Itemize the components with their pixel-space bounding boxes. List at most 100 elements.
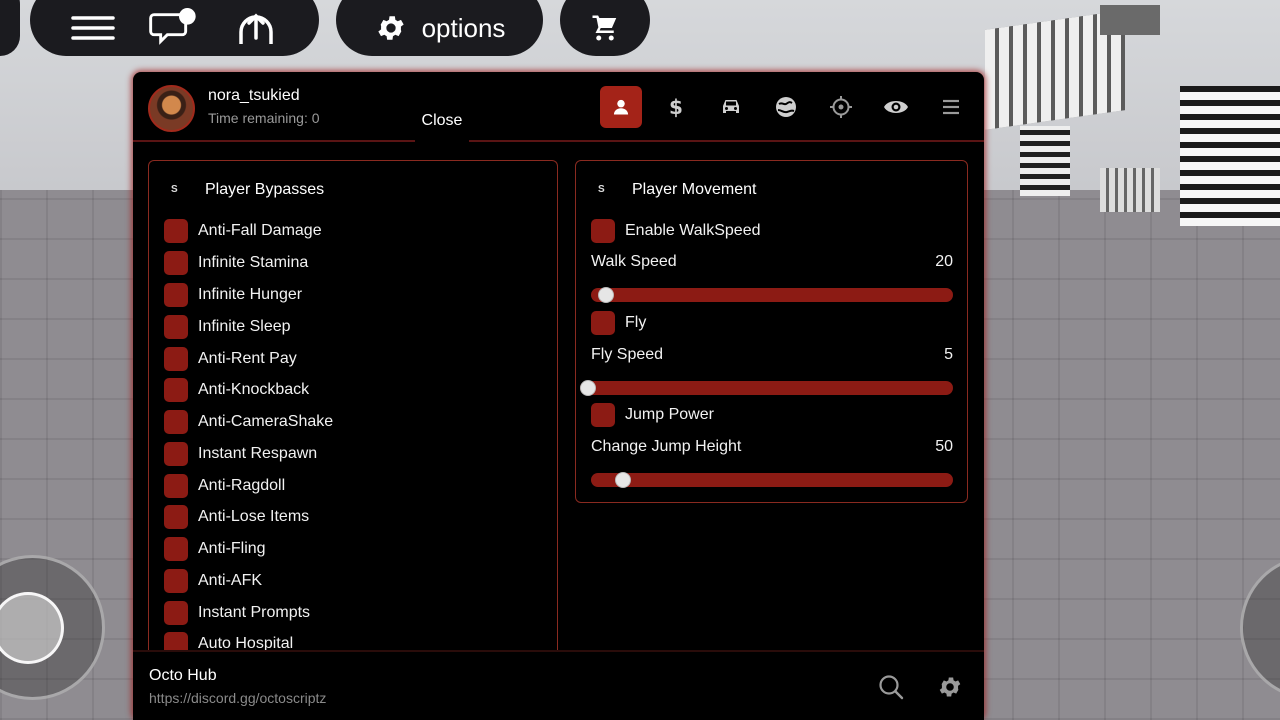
toggle-anti-afk[interactable]: Anti-AFK <box>164 569 262 593</box>
checkbox[interactable] <box>164 505 188 529</box>
toggle-anti-knockback[interactable]: Anti-Knockback <box>164 378 309 402</box>
tab-player[interactable] <box>600 86 642 128</box>
checkbox[interactable] <box>164 315 188 339</box>
walk-speed-slider[interactable] <box>591 287 953 303</box>
options-label: options <box>421 12 506 43</box>
eye-icon <box>884 101 908 113</box>
avatar <box>148 85 195 132</box>
toggle-fly[interactable]: Fly <box>591 311 646 335</box>
building <box>1180 86 1280 226</box>
close-button[interactable]: Close <box>415 110 469 144</box>
walk-speed-label: Walk Speed <box>591 253 677 270</box>
tab-world[interactable] <box>765 86 807 128</box>
octo-hub-window: nora_tsukied Time remaining: 0 $ Close S… <box>133 72 984 720</box>
checkbox[interactable] <box>164 569 188 593</box>
checkbox[interactable] <box>164 442 188 466</box>
hub-name: Octo Hub <box>149 667 217 684</box>
username: nora_tsukied <box>208 87 300 104</box>
slider-knob[interactable] <box>597 287 614 303</box>
player-movement-section: S Player Movement Enable WalkSpeed Walk … <box>575 160 968 503</box>
hub-footer: Octo Hub https://discord.gg/octoscriptz <box>133 650 984 720</box>
toggle-instant-prompts[interactable]: Instant Prompts <box>164 601 310 625</box>
toggle-infinite-stamina[interactable]: Infinite Stamina <box>164 251 308 275</box>
search-button[interactable] <box>876 672 906 702</box>
toggle-anti-ragdoll[interactable]: Anti-Ragdoll <box>164 474 285 498</box>
toggle-label: Anti-CameraShake <box>198 413 334 430</box>
time-remaining: Time remaining: 0 <box>208 110 320 126</box>
tab-combat[interactable] <box>820 86 862 128</box>
checkbox[interactable] <box>164 283 188 307</box>
octo-logo-icon: S <box>598 184 605 195</box>
checkbox[interactable] <box>164 378 188 402</box>
hub-header: nora_tsukied Time remaining: 0 $ <box>133 72 984 142</box>
menu-icon[interactable] <box>68 8 118 48</box>
jump-height-label: Change Jump Height <box>591 438 742 455</box>
toggle-label: Anti-Fling <box>198 540 266 557</box>
section-title: Player Movement <box>632 181 757 198</box>
slider-knob[interactable] <box>615 472 632 488</box>
toggle-infinite-sleep[interactable]: Infinite Sleep <box>164 315 291 339</box>
toggle-infinite-hunger[interactable]: Infinite Hunger <box>164 283 302 307</box>
checkbox[interactable] <box>591 403 615 427</box>
toggle-instant-respawn[interactable]: Instant Respawn <box>164 442 317 466</box>
tab-misc[interactable] <box>930 86 972 128</box>
jump-height-slider[interactable] <box>591 472 953 488</box>
checkbox[interactable] <box>164 219 188 243</box>
checkbox[interactable] <box>591 311 615 335</box>
tab-visuals[interactable] <box>875 86 917 128</box>
svg-text:$: $ <box>669 95 683 119</box>
list-icon <box>943 99 959 115</box>
fly-speed-label: Fly Speed <box>591 346 664 363</box>
toggle-label: Infinite Stamina <box>198 254 309 271</box>
emote-icon[interactable] <box>231 8 281 48</box>
toggle-label: Anti-Lose Items <box>198 508 310 525</box>
toggle-anti-fall-damage[interactable]: Anti-Fall Damage <box>164 219 322 243</box>
crosshair-icon <box>830 96 852 118</box>
settings-button[interactable] <box>935 672 965 702</box>
gear-icon <box>939 677 961 697</box>
checkbox[interactable] <box>164 410 188 434</box>
building <box>1100 5 1160 35</box>
dollar-icon: $ <box>669 95 683 119</box>
checkbox[interactable] <box>164 251 188 275</box>
toggle-anti-rent-pay[interactable]: Anti-Rent Pay <box>164 347 297 371</box>
toggle-label: Anti-Rent Pay <box>198 350 297 367</box>
cart-icon <box>580 8 630 48</box>
slider-knob[interactable] <box>580 380 596 396</box>
toggle-label: Infinite Sleep <box>198 318 291 335</box>
section-title: Player Bypasses <box>205 181 325 198</box>
gear-icon <box>374 8 408 48</box>
toggle-enable-walkspeed[interactable]: Enable WalkSpeed <box>591 219 761 243</box>
checkbox[interactable] <box>164 537 188 561</box>
toggle-label: Anti-Fall Damage <box>198 222 322 239</box>
toggle-jump-power[interactable]: Jump Power <box>591 403 714 427</box>
checkbox[interactable] <box>164 347 188 371</box>
jump-height-value: 50 <box>935 438 953 455</box>
toggle-label: Anti-AFK <box>198 572 263 589</box>
octo-logo-icon: S <box>171 184 178 195</box>
person-icon <box>613 99 629 115</box>
options-button[interactable]: options <box>336 0 543 56</box>
building <box>1020 126 1070 196</box>
chat-icon[interactable] <box>149 8 199 48</box>
toggle-label: Instant Prompts <box>198 604 311 621</box>
checkbox[interactable] <box>164 601 188 625</box>
toggle-label: Anti-Knockback <box>198 381 310 398</box>
shop-button[interactable] <box>560 0 650 56</box>
tab-vehicle[interactable] <box>710 86 752 128</box>
toggle-anti-fling[interactable]: Anti-Fling <box>164 537 266 561</box>
discord-link[interactable]: https://discord.gg/octoscriptz <box>149 690 326 706</box>
toggle-label: Enable WalkSpeed <box>625 222 761 239</box>
checkbox[interactable] <box>164 474 188 498</box>
walk-speed-value: 20 <box>935 253 953 270</box>
fly-speed-slider[interactable] <box>580 380 953 396</box>
toggle-label: Instant Respawn <box>198 445 318 462</box>
tab-money[interactable]: $ <box>655 86 697 128</box>
toggle-label: Infinite Hunger <box>198 286 303 303</box>
toggle-label: Fly <box>625 314 647 331</box>
toggle-anti-camerashake[interactable]: Anti-CameraShake <box>164 410 333 434</box>
checkbox[interactable] <box>591 219 615 243</box>
toggle-anti-lose-items[interactable]: Anti-Lose Items <box>164 505 309 529</box>
toggle-label: Jump Power <box>625 406 714 423</box>
globe-icon <box>776 97 796 117</box>
